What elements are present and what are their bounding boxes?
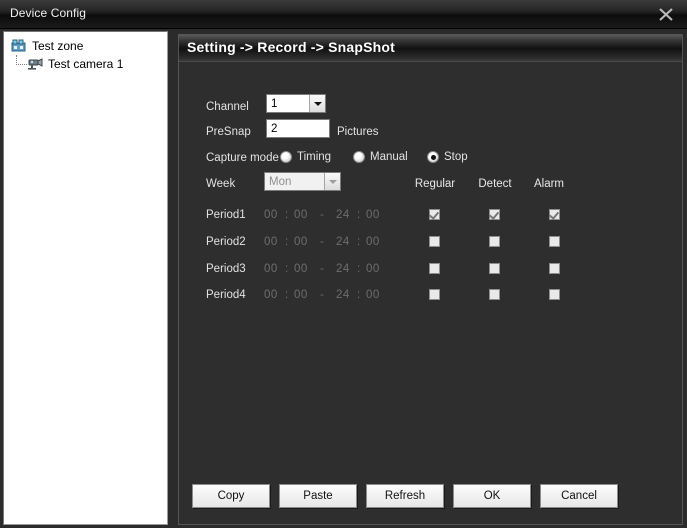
period4-end-min[interactable]: 00 [366, 289, 380, 301]
period1-time-colon-1: : [285, 209, 289, 221]
close-icon[interactable] [653, 4, 679, 25]
period4-start-hour[interactable]: 00 [264, 289, 278, 301]
period4-regular-checkbox[interactable] [429, 289, 440, 300]
radio-stop[interactable]: Stop [427, 151, 468, 163]
period2-time-colon-1: : [285, 236, 289, 248]
zone-icon [10, 38, 28, 54]
period4-time-colon-1: : [285, 289, 289, 301]
period3-label: Period3 [206, 263, 246, 275]
period2-start-min[interactable]: 00 [294, 236, 308, 248]
ok-button[interactable]: OK [453, 484, 531, 508]
period2-alarm-checkbox[interactable] [549, 236, 560, 247]
period2-end-hour[interactable]: 24 [336, 236, 350, 248]
period3-time-colon-1: : [285, 263, 289, 275]
period4-alarm-checkbox[interactable] [549, 289, 560, 300]
radio-manual-label: Manual [370, 151, 408, 163]
title-bar: Device Config [0, 0, 687, 29]
period1-end-min[interactable]: 00 [366, 209, 380, 221]
week-select-value: Mon [269, 175, 292, 188]
presnap-input[interactable] [266, 119, 330, 138]
tree-item-test-zone[interactable]: Test zone [4, 37, 167, 55]
period2-range-separator: - [320, 236, 325, 248]
radio-timing-label: Timing [297, 151, 332, 163]
column-header-regular: Regular [414, 178, 456, 190]
capture-mode-label: Capture mode [206, 152, 279, 164]
period3-detect-checkbox[interactable] [489, 263, 500, 274]
radio-manual-indicator [353, 151, 365, 163]
chevron-down-icon[interactable] [309, 95, 325, 112]
period3-start-hour[interactable]: 00 [264, 263, 278, 275]
window-title: Device Config [10, 6, 87, 20]
period1-regular-checkbox[interactable] [429, 209, 440, 220]
copy-button[interactable]: Copy [192, 484, 270, 508]
cancel-button[interactable]: Cancel [540, 484, 618, 508]
tree-item-test-camera-1[interactable]: Test camera 1 [4, 55, 167, 73]
period4-range-separator: - [320, 289, 325, 301]
radio-manual[interactable]: Manual [353, 151, 408, 163]
period3-alarm-checkbox[interactable] [549, 263, 560, 274]
channel-select[interactable]: 1 [266, 94, 326, 113]
channel-label: Channel [206, 101, 249, 113]
period2-start-hour[interactable]: 00 [264, 236, 278, 248]
week-label: Week [206, 178, 236, 190]
column-header-alarm: Alarm [533, 178, 565, 190]
period4-end-hour[interactable]: 24 [336, 289, 350, 301]
column-header-detect: Detect [478, 178, 512, 190]
device-tree-panel: Test zone Test camera 1 [3, 31, 168, 525]
period3-time-colon-2: : [357, 263, 361, 275]
period1-label: Period1 [206, 209, 246, 221]
camera-icon [26, 56, 44, 72]
period1-alarm-checkbox[interactable] [549, 209, 560, 220]
presnap-label: PreSnap [206, 126, 251, 138]
radio-stop-label: Stop [444, 151, 468, 163]
period2-time-colon-2: : [357, 236, 361, 248]
presnap-unit-label: Pictures [337, 126, 379, 138]
period1-time-colon-2: : [357, 209, 361, 221]
period1-range-separator: - [320, 209, 325, 221]
device-config-window: Device Config Test zone Test camera 1 Se… [0, 0, 687, 528]
radio-timing-indicator [280, 151, 292, 163]
period1-start-hour[interactable]: 00 [264, 209, 278, 221]
period4-detect-checkbox[interactable] [489, 289, 500, 300]
chevron-down-icon[interactable] [324, 173, 340, 190]
period4-start-min[interactable]: 00 [294, 289, 308, 301]
period3-range-separator: - [320, 263, 325, 275]
period3-end-hour[interactable]: 24 [336, 263, 350, 275]
period3-end-min[interactable]: 00 [366, 263, 380, 275]
breadcrumb-header: Setting -> Record -> SnapShot [179, 35, 682, 62]
settings-content-panel: Setting -> Record -> SnapShot Channel 1 … [178, 34, 683, 525]
period2-label: Period2 [206, 236, 246, 248]
period1-start-min[interactable]: 00 [294, 209, 308, 221]
period2-regular-checkbox[interactable] [429, 236, 440, 247]
channel-select-value: 1 [271, 97, 278, 110]
period1-detect-checkbox[interactable] [489, 209, 500, 220]
period2-end-min[interactable]: 00 [366, 236, 380, 248]
paste-button[interactable]: Paste [279, 484, 357, 508]
week-select[interactable]: Mon [264, 172, 341, 191]
period4-time-colon-2: : [357, 289, 361, 301]
period3-regular-checkbox[interactable] [429, 263, 440, 274]
radio-stop-indicator [427, 151, 439, 163]
period4-label: Period4 [206, 289, 246, 301]
tree-item-label: Test camera 1 [48, 57, 124, 71]
period2-detect-checkbox[interactable] [489, 236, 500, 247]
period1-end-hour[interactable]: 24 [336, 209, 350, 221]
period3-start-min[interactable]: 00 [294, 263, 308, 275]
refresh-button[interactable]: Refresh [366, 484, 444, 508]
tree-item-label: Test zone [32, 39, 84, 53]
breadcrumb: Setting -> Record -> SnapShot [187, 39, 396, 55]
radio-timing[interactable]: Timing [280, 151, 331, 163]
